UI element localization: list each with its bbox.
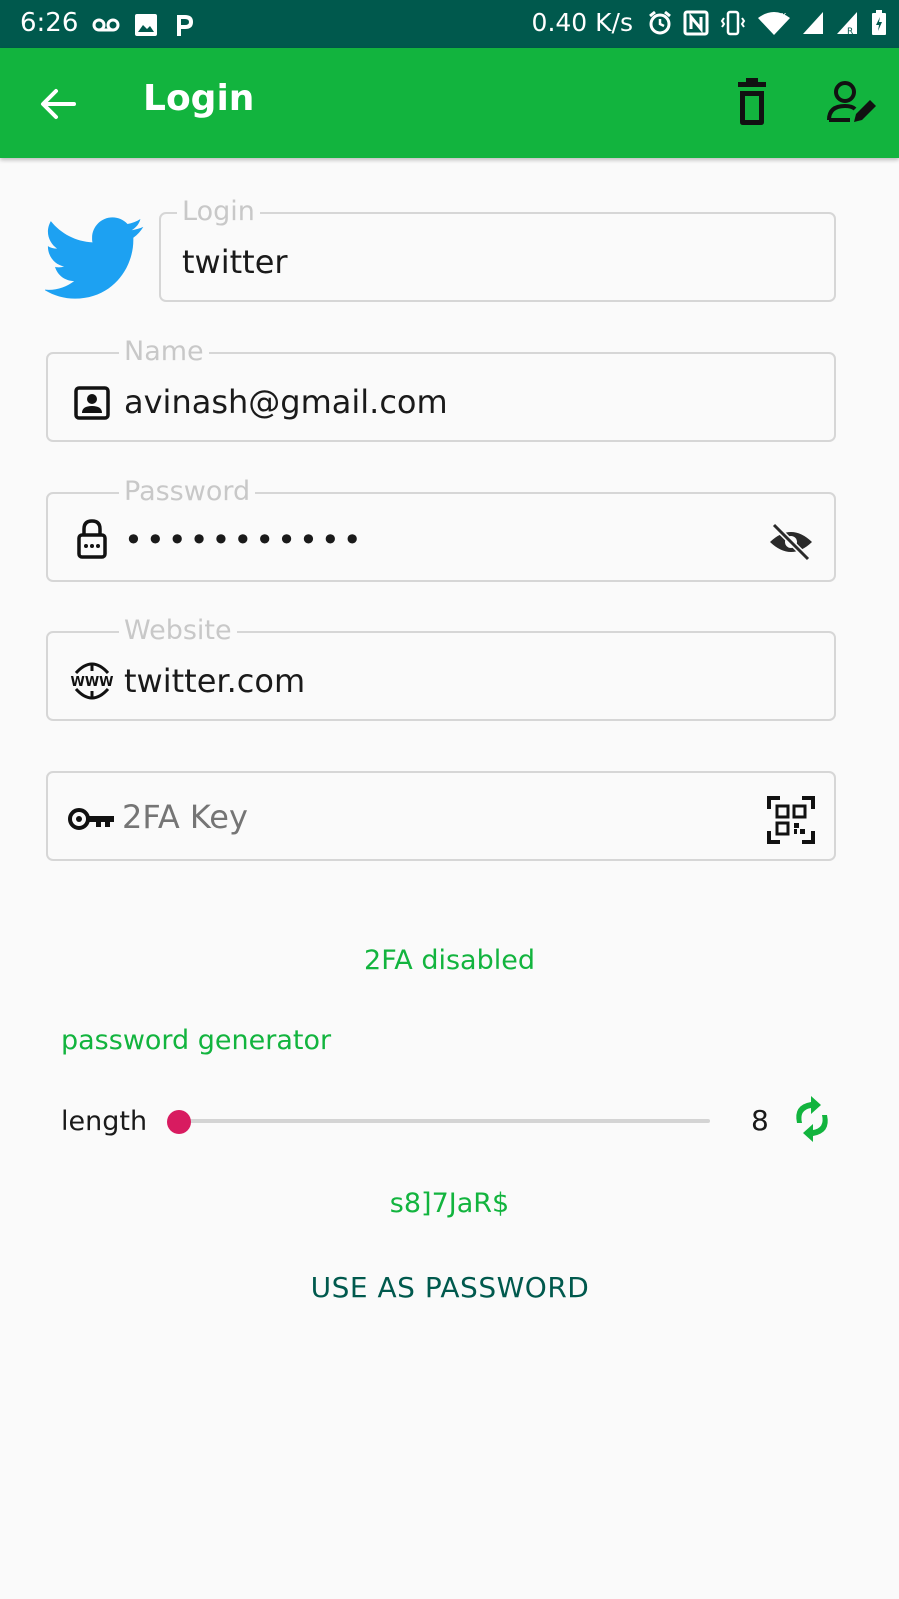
vibrate-icon bbox=[720, 10, 746, 35]
page-title: Login bbox=[143, 78, 255, 119]
status-time: 6:26 bbox=[20, 8, 79, 38]
twitter-logo-icon bbox=[45, 217, 144, 299]
length-value: 8 bbox=[751, 1104, 769, 1137]
signal-icon bbox=[803, 11, 823, 34]
p-icon bbox=[177, 15, 193, 36]
svg-text:R: R bbox=[847, 27, 853, 36]
nfc-icon bbox=[683, 10, 709, 35]
length-label: length bbox=[61, 1106, 148, 1137]
use-as-password-button[interactable]: USE AS PASSWORD bbox=[300, 1271, 600, 1304]
app-bar: Login bbox=[0, 48, 899, 158]
length-slider-track[interactable] bbox=[178, 1119, 710, 1123]
key-icon bbox=[68, 808, 114, 830]
edit-user-icon[interactable] bbox=[826, 78, 876, 128]
length-slider-thumb[interactable] bbox=[167, 1110, 191, 1134]
svg-text:x: x bbox=[781, 11, 787, 21]
lock-icon bbox=[77, 519, 107, 559]
twofa-key-input[interactable] bbox=[122, 795, 722, 839]
network-speed: 0.40 K/s bbox=[531, 8, 633, 37]
website-field-value[interactable]: twitter.com bbox=[124, 661, 305, 701]
password-field[interactable]: Password ••••••••••• bbox=[46, 475, 836, 582]
signal-r-icon: R bbox=[837, 11, 857, 36]
status-bar: 6:26 0.40 K/s x R bbox=[0, 0, 899, 48]
visibility-off-icon[interactable] bbox=[768, 522, 814, 562]
delete-icon[interactable] bbox=[730, 78, 774, 128]
generated-password: s8]7JaR$ bbox=[389, 1188, 510, 1219]
qr-scan-icon[interactable] bbox=[766, 795, 816, 845]
name-field[interactable]: Name avinash@gmail.com bbox=[46, 335, 836, 442]
alarm-icon bbox=[649, 10, 671, 34]
twofa-status: 2FA disabled bbox=[364, 945, 535, 976]
battery-icon bbox=[872, 9, 886, 35]
password-field-label: Password bbox=[119, 475, 256, 509]
password-field-value[interactable]: ••••••••••• bbox=[124, 520, 365, 560]
svg-text:WWW: WWW bbox=[70, 675, 113, 690]
contact-card-icon bbox=[74, 386, 110, 420]
login-field[interactable]: Login twitter bbox=[159, 195, 836, 302]
website-field-label: Website bbox=[119, 614, 237, 648]
wifi-icon: x bbox=[758, 11, 790, 35]
website-field[interactable]: Website WWW twitter.com bbox=[46, 614, 836, 721]
voicemail-icon bbox=[92, 18, 120, 32]
image-icon bbox=[135, 14, 157, 36]
refresh-icon[interactable] bbox=[787, 1093, 837, 1145]
login-field-value[interactable]: twitter bbox=[182, 242, 288, 282]
back-arrow-icon[interactable] bbox=[36, 82, 80, 126]
password-generator-title: password generator bbox=[61, 1025, 332, 1056]
www-globe-icon: WWW bbox=[70, 662, 114, 700]
login-field-label: Login bbox=[177, 195, 260, 229]
twofa-field[interactable] bbox=[46, 771, 836, 861]
name-field-value[interactable]: avinash@gmail.com bbox=[124, 382, 448, 422]
name-field-label: Name bbox=[119, 335, 209, 369]
